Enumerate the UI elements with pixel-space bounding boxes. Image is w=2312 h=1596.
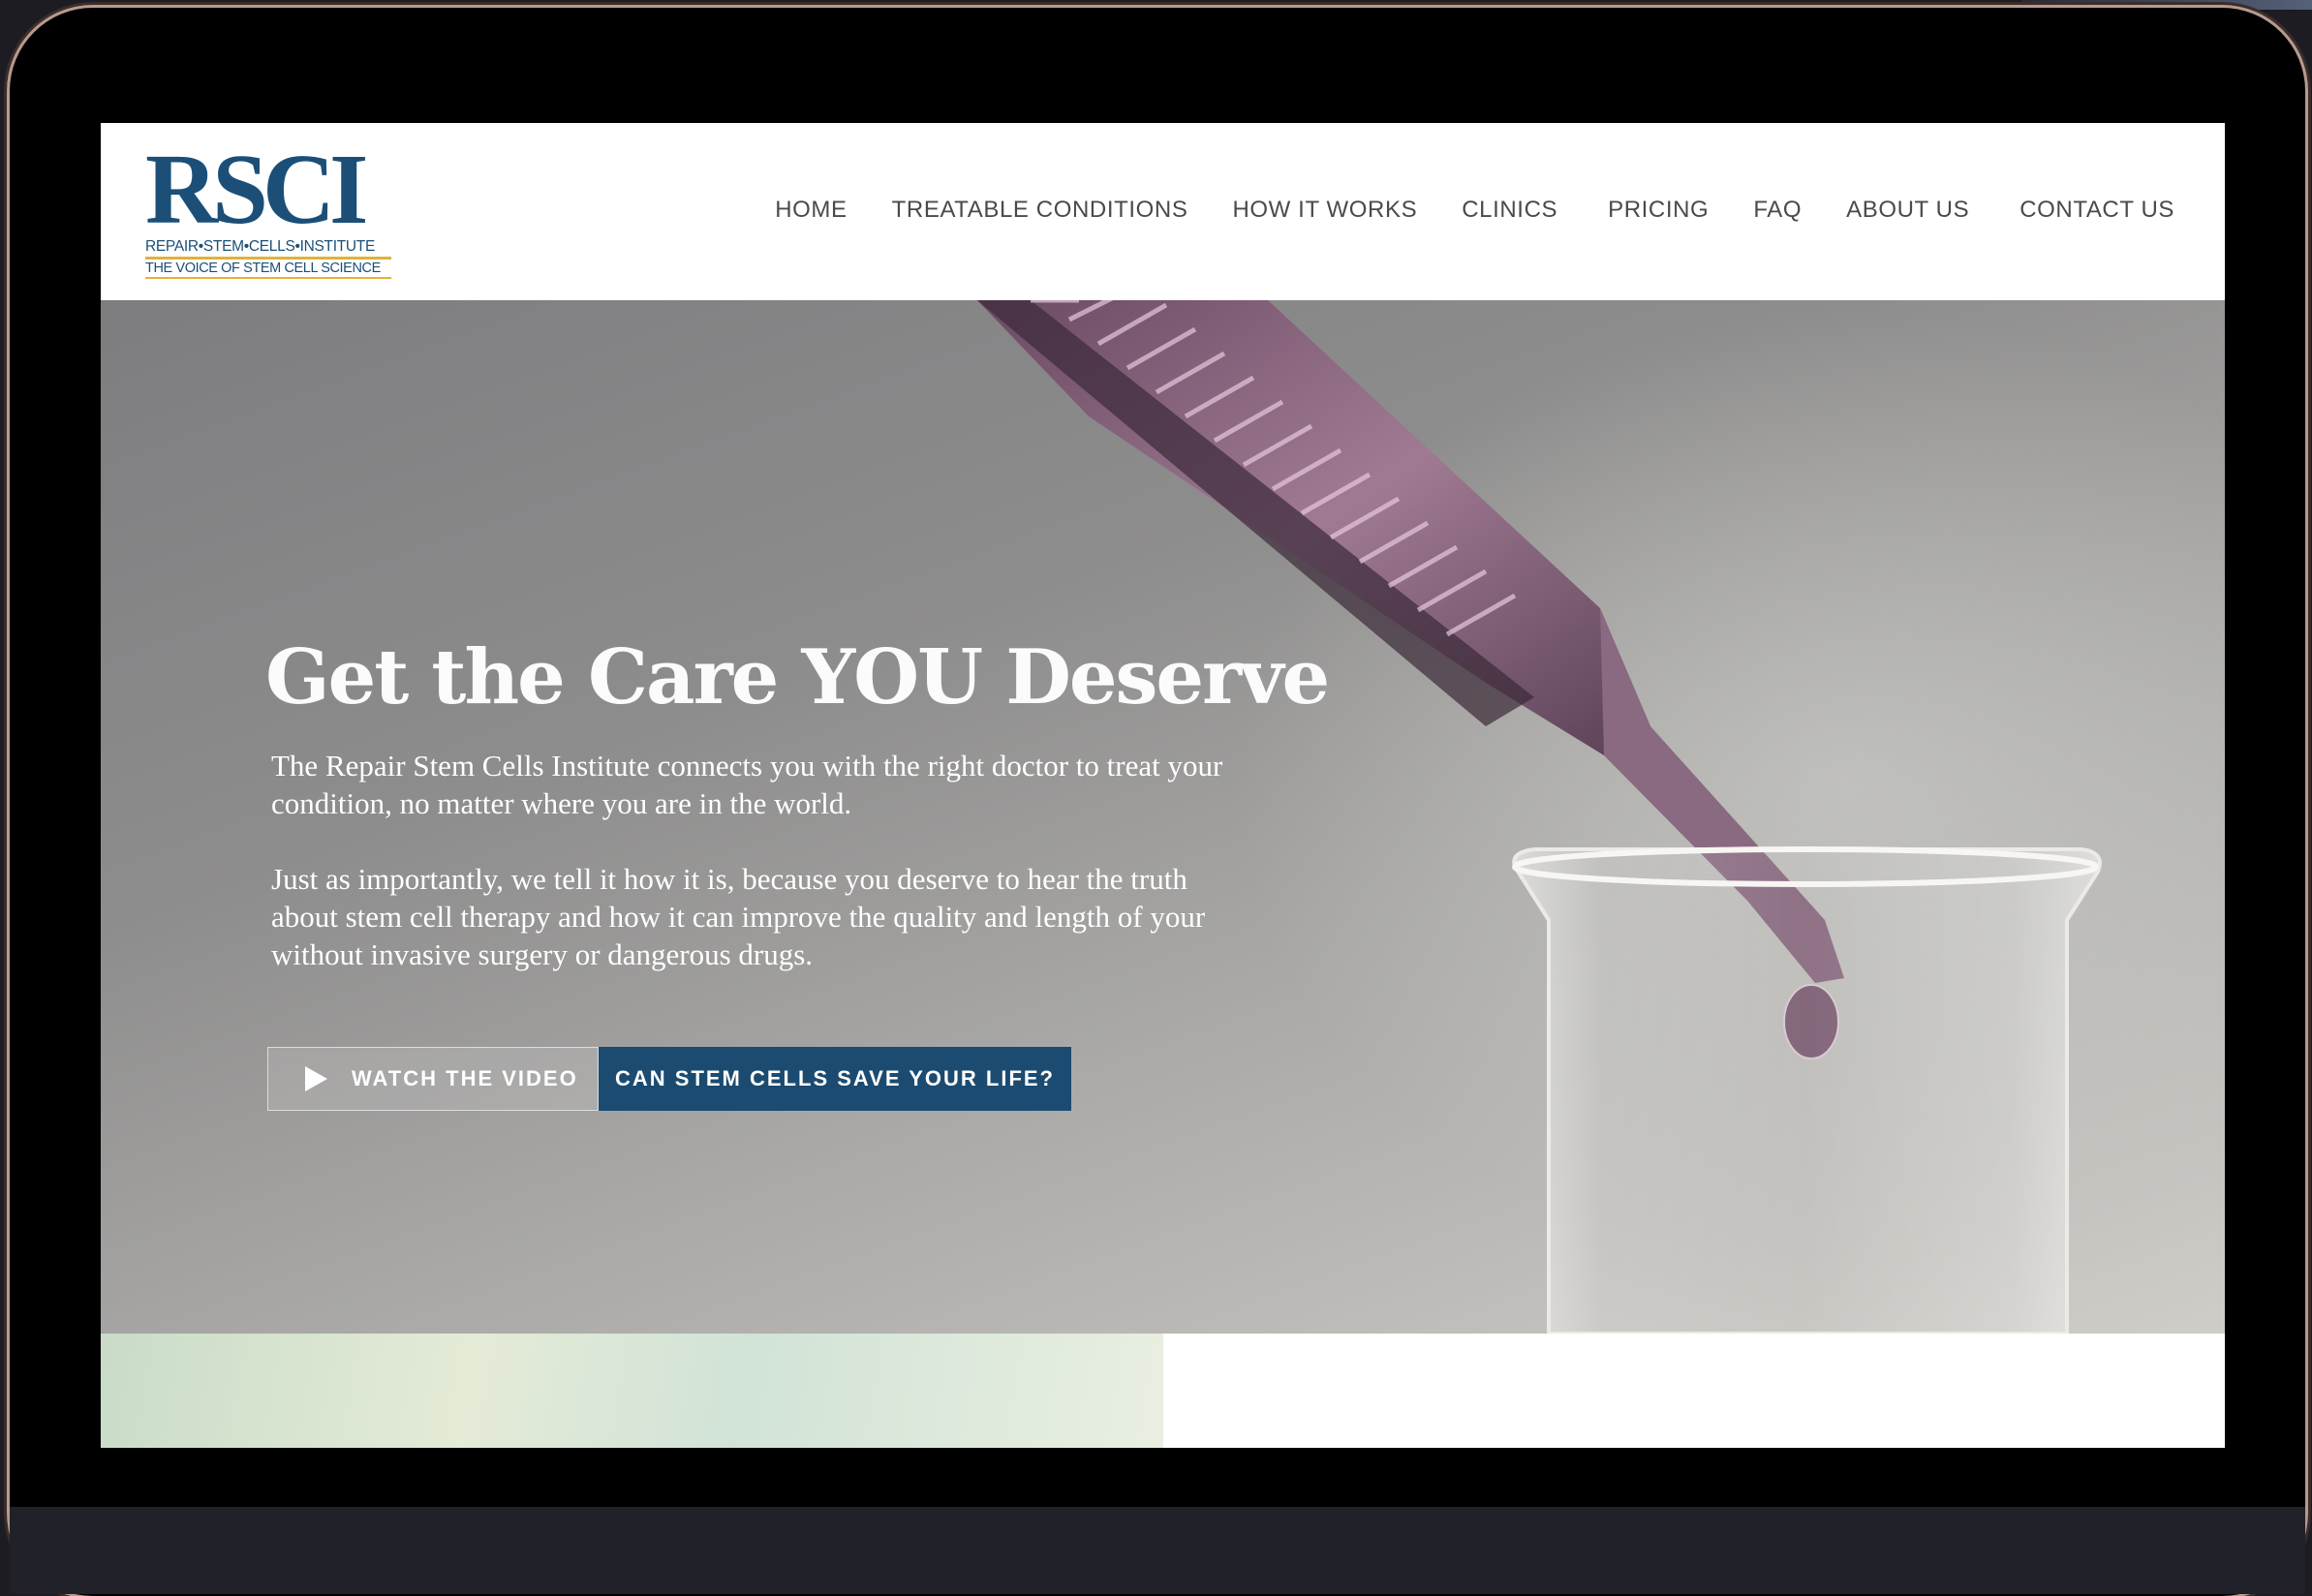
hero-section: Get the Care YOU Deserve The Repair Stem… <box>101 300 2225 1334</box>
hero-paragraph-intro: The Repair Stem Cells Institute connects… <box>271 749 1223 820</box>
play-icon <box>305 1066 327 1091</box>
logo-divider <box>145 257 391 260</box>
nav-item-contact-us[interactable]: CONTACT US <box>2019 197 2174 224</box>
nav-item-clinics[interactable]: CLINICS <box>1462 197 1557 224</box>
nav-item-home[interactable]: HOME <box>775 197 847 224</box>
site-logo[interactable]: RSCI REPAIR•STEM•CELLS•INSTITUTE THE VOI… <box>145 134 393 279</box>
nav-item-treatable-conditions[interactable]: TREATABLE CONDITIONS <box>892 197 1188 224</box>
main-nav: HOME TREATABLE CONDITIONS HOW IT WORKS C… <box>775 197 2174 224</box>
logo-divider-bottom <box>145 277 391 279</box>
website-screen: RSCI REPAIR•STEM•CELLS•INSTITUTE THE VOI… <box>101 123 2225 1448</box>
site-header: RSCI REPAIR•STEM•CELLS•INSTITUTE THE VOI… <box>101 123 2225 301</box>
save-your-life-label: CAN STEM CELLS SAVE YOUR LIFE? <box>615 1066 1055 1090</box>
tablet-bezel-bottom <box>10 1507 2305 1594</box>
hero-paragraph-detail: Just as importantly, we tell it how it i… <box>271 862 1206 971</box>
next-section-image <box>101 1334 1163 1448</box>
watch-video-label: WATCH THE VIDEO <box>352 1066 578 1090</box>
beaker <box>1512 847 2102 1334</box>
watch-video-button[interactable]: WATCH THE VIDEO <box>267 1047 599 1111</box>
nav-item-about-us[interactable]: ABOUT US <box>1846 197 1969 224</box>
next-section-panel <box>1163 1334 2225 1448</box>
hero-title: Get the Care YOU Deserve <box>265 633 1330 722</box>
save-your-life-button[interactable]: CAN STEM CELLS SAVE YOUR LIFE? <box>599 1047 1071 1111</box>
nav-item-pricing[interactable]: PRICING <box>1608 197 1709 224</box>
logo-tagline-slogan: THE VOICE OF STEM CELL SCIENCE <box>145 261 381 276</box>
logo-mark: RSCI <box>145 134 369 245</box>
nav-item-faq[interactable]: FAQ <box>1753 197 1802 224</box>
logo-tagline-name: REPAIR•STEM•CELLS•INSTITUTE <box>145 238 375 255</box>
nav-item-how-it-works[interactable]: HOW IT WORKS <box>1232 197 1417 224</box>
